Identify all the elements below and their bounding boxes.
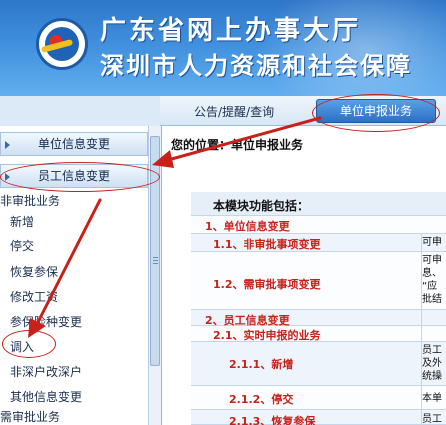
header-title-line2: 深圳市人力资源和社会保障 xyxy=(100,52,412,80)
row-desc: 可申 xyxy=(422,237,442,248)
sidebar-group-no-approval: 非审批业务 xyxy=(0,194,61,208)
row-desc: 本单 xyxy=(422,393,442,404)
row-label: 2.1.3、恢复参保 xyxy=(229,415,316,425)
nav-bar-left xyxy=(0,96,160,126)
row-label: 2.1.1、新增 xyxy=(229,358,294,371)
header-banner: 广东省网上办事大厅 深圳市人力资源和社会保障 xyxy=(0,0,446,96)
sidebar-item-insurance-change[interactable]: 参保险种变更 xyxy=(10,313,82,330)
sidebar-item-modify-wage[interactable]: 修改工资 xyxy=(10,288,58,305)
main-content: 您的位置：单位申报业务 本模块功能包括： 1、单位信息变更 1.1、非审批事项变… xyxy=(163,126,446,425)
emblem-logo-icon xyxy=(36,18,88,70)
sidebar-section-unit-info[interactable]: 单位信息变更 xyxy=(0,132,148,156)
triangle-right-icon xyxy=(5,141,10,149)
sidebar-item-resume[interactable]: 恢复参保 xyxy=(10,263,58,280)
grip-icon xyxy=(153,257,158,258)
annotation-ellipse-employee xyxy=(0,162,160,192)
sidebar-item-other-info[interactable]: 其他信息变更 xyxy=(10,388,82,405)
page-root: 广东省网上办事大厅 深圳市人力资源和社会保障 公告/提醒/查询 单位申报业务 单… xyxy=(0,0,446,425)
row-label: 2.1、实时申报的业务 xyxy=(213,329,321,342)
sidebar-item-stop[interactable]: 停交 xyxy=(10,237,34,254)
row-desc: 员工 xyxy=(422,414,442,425)
annotation-ellipse-tab xyxy=(312,94,440,132)
row-label: 1.1、非审批事项变更 xyxy=(213,238,321,251)
row-label: 2.1.2、停交 xyxy=(229,393,294,406)
annotation-ellipse-transfer-in xyxy=(2,330,56,358)
sidebar-item-non-local-to-local[interactable]: 非深户改深户 xyxy=(10,363,82,380)
nav-link-notice[interactable]: 公告/提醒/查询 xyxy=(194,103,274,120)
header-title-line1: 广东省网上办事大厅 xyxy=(100,16,362,46)
sidebar-item-add[interactable]: 新增 xyxy=(10,213,34,230)
function-table-title: 本模块功能包括： xyxy=(213,199,310,213)
row-label: 1.2、需审批事项变更 xyxy=(213,278,321,291)
row-desc: 可申 息、 “应 批结 xyxy=(422,255,442,305)
row-desc: 员工 及外 统操 xyxy=(422,345,442,382)
sidebar-group-approval: 需审批业务 xyxy=(0,410,61,424)
sidebar-section-label: 单位信息变更 xyxy=(37,137,110,151)
table-column-divider xyxy=(421,234,422,425)
row-label: 1、单位信息变更 xyxy=(205,220,290,233)
breadcrumb: 您的位置：单位申报业务 xyxy=(171,138,304,152)
